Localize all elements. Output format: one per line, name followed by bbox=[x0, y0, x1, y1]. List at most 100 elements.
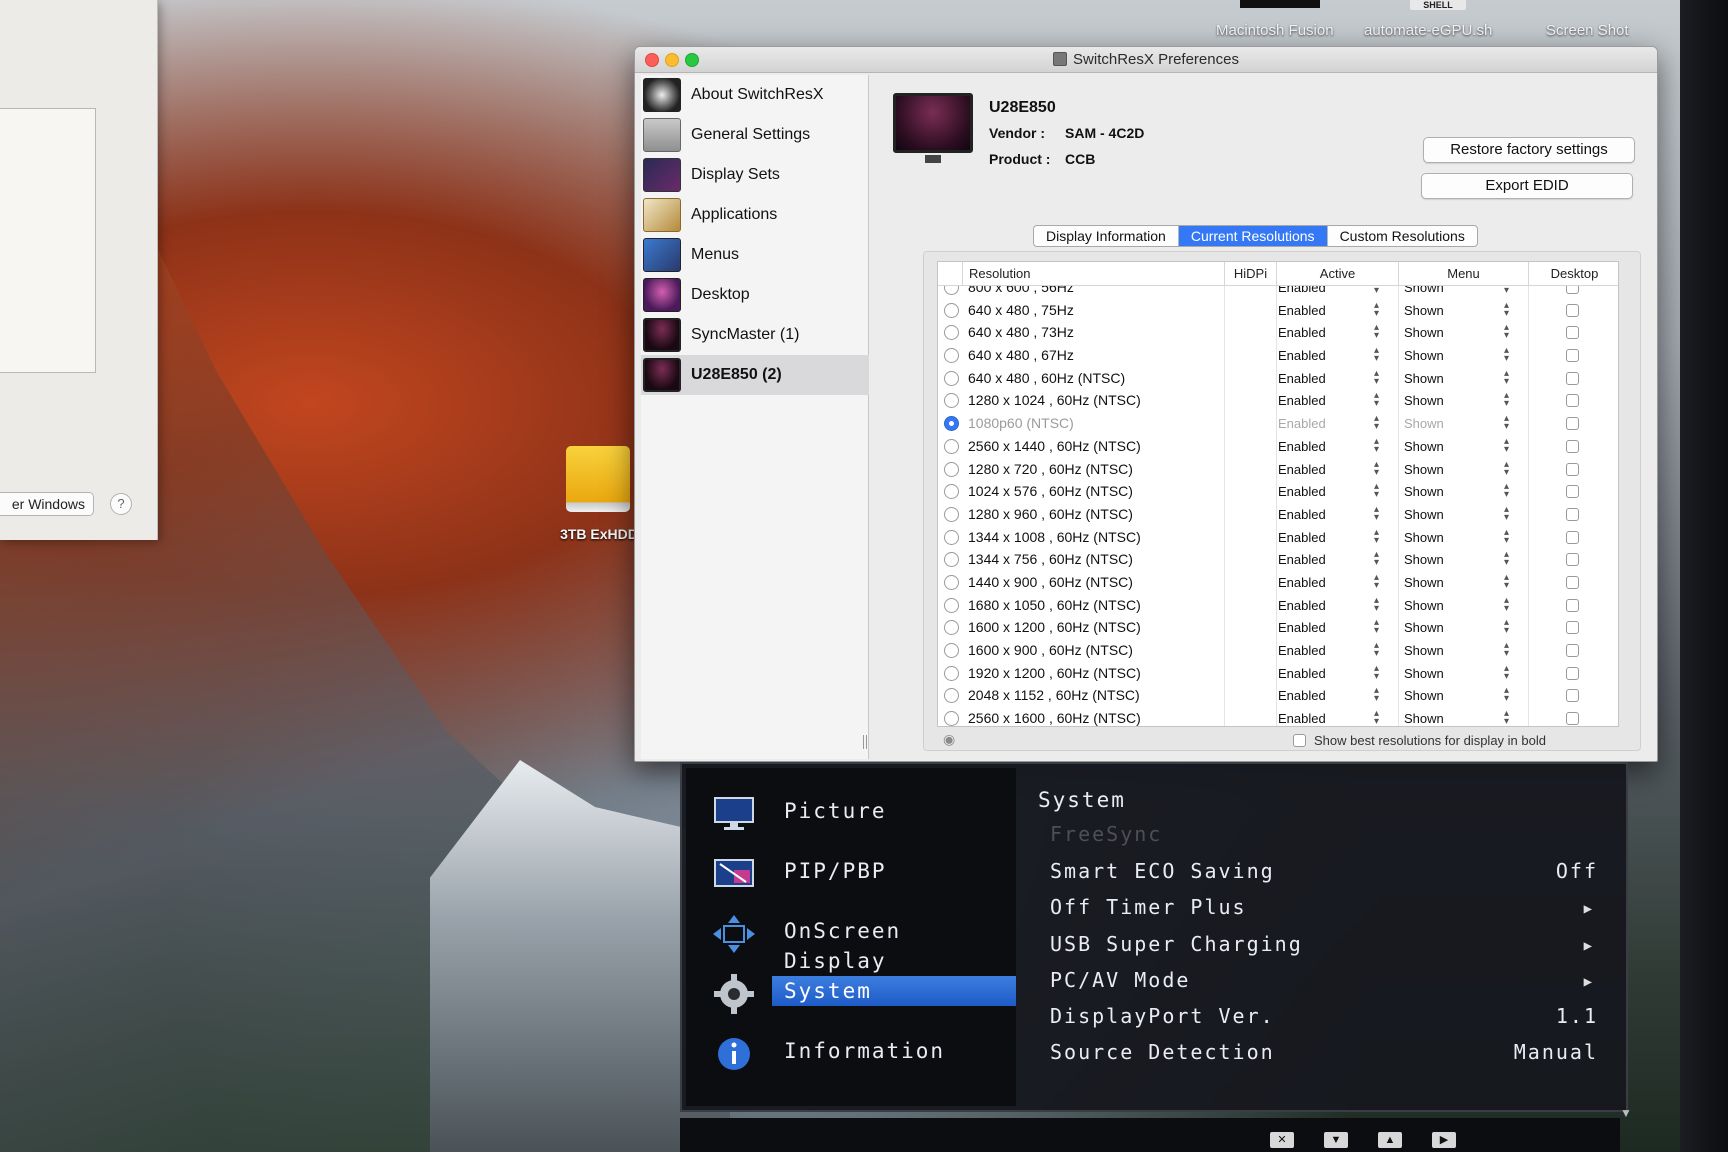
active-popup-chevron-icon[interactable]: ▴▾ bbox=[1374, 346, 1379, 364]
active-popup-chevron-icon[interactable]: ▴▾ bbox=[1374, 436, 1379, 454]
menu-popup-chevron-icon[interactable]: ▴▾ bbox=[1504, 414, 1509, 432]
desktop-label-screen-shot[interactable]: Screen Shot bbox=[1546, 22, 1629, 39]
column-header-hidpi[interactable]: HiDPi bbox=[1224, 262, 1276, 286]
sidebar-item-general-settings[interactable]: General Settings bbox=[641, 115, 869, 155]
resolution-radio[interactable] bbox=[944, 393, 959, 409]
active-popup-chevron-icon[interactable]: ▴▾ bbox=[1374, 300, 1379, 318]
desktop-checkbox[interactable] bbox=[1566, 371, 1579, 385]
active-popup[interactable]: Enabled bbox=[1278, 416, 1326, 431]
resolution-radio[interactable] bbox=[944, 688, 959, 704]
desktop-checkbox[interactable] bbox=[1566, 689, 1579, 703]
monitor-enter-button[interactable]: ▶ bbox=[1432, 1132, 1456, 1148]
table-row[interactable]: 640 x 480 , 60Hz (NTSC) Enabled ▴ ▾ Shown ▴ ▾ bbox=[938, 367, 1618, 390]
desktop-checkbox[interactable] bbox=[1566, 326, 1579, 340]
menu-popup[interactable]: Shown bbox=[1404, 620, 1444, 635]
active-popup-chevron-icon[interactable]: ▴▾ bbox=[1374, 391, 1379, 409]
menu-popup[interactable]: Shown bbox=[1404, 348, 1444, 363]
active-popup-chevron-icon[interactable]: ▴▾ bbox=[1374, 663, 1379, 681]
active-popup[interactable]: Enabled bbox=[1278, 371, 1326, 386]
menu-popup[interactable]: Shown bbox=[1404, 688, 1444, 703]
table-row[interactable]: 1920 x 1200 , 60Hz (NTSC) Enabled ▴ ▾ Shown ▴… bbox=[938, 662, 1618, 685]
menu-popup-chevron-icon[interactable]: ▴▾ bbox=[1504, 459, 1509, 477]
resolution-radio[interactable] bbox=[944, 325, 959, 341]
osd-option-source-detection[interactable]: Source Detection Manual bbox=[1050, 1040, 1610, 1072]
osd-nav-information[interactable]: Information bbox=[686, 1024, 1016, 1084]
osd-nav-onscreen-display[interactable]: OnScreen Display bbox=[686, 904, 1016, 973]
menu-popup[interactable]: Shown bbox=[1404, 530, 1444, 545]
active-popup[interactable]: Enabled bbox=[1278, 303, 1326, 318]
active-popup[interactable]: Enabled bbox=[1278, 348, 1326, 363]
table-row[interactable]: 2048 x 1152 , 60Hz (NTSC) Enabled ▴ ▾ Shown ▴… bbox=[938, 684, 1618, 707]
table-row[interactable]: 1344 x 756 , 60Hz (NTSC) Enabled ▴ ▾ Shown ▴ ▾ bbox=[938, 548, 1618, 571]
table-row[interactable]: 1024 x 576 , 60Hz (NTSC) Enabled ▴ ▾ Shown ▴ ▾ bbox=[938, 480, 1618, 503]
active-popup[interactable]: Enabled bbox=[1278, 462, 1326, 477]
sidebar-item-display-sets[interactable]: Display Sets bbox=[641, 155, 869, 195]
active-popup[interactable]: Enabled bbox=[1278, 507, 1326, 522]
sidebar-item-applications[interactable]: Applications bbox=[641, 195, 869, 235]
table-row[interactable]: 1600 x 1200 , 60Hz (NTSC) Enabled ▴ ▾ Shown ▴… bbox=[938, 616, 1618, 639]
desktop-checkbox[interactable] bbox=[1566, 598, 1579, 612]
tab-current-resolutions[interactable]: Current Resolutions bbox=[1178, 226, 1328, 246]
table-row[interactable]: 1680 x 1050 , 60Hz (NTSC) Enabled ▴ ▾ Shown ▴… bbox=[938, 594, 1618, 617]
menu-popup-chevron-icon[interactable]: ▴▾ bbox=[1504, 709, 1509, 726]
table-row[interactable]: 640 x 480 , 67Hz Enabled ▴ ▾ Shown ▴ ▾ bbox=[938, 344, 1618, 367]
active-popup-chevron-icon[interactable]: ▴▾ bbox=[1374, 595, 1379, 613]
osd-nav-pip-pbp[interactable]: PIP/PBP bbox=[686, 844, 1016, 904]
desktop-checkbox[interactable] bbox=[1566, 303, 1579, 317]
resolution-radio[interactable] bbox=[944, 302, 959, 318]
desktop-checkbox[interactable] bbox=[1566, 553, 1579, 567]
menu-popup-chevron-icon[interactable]: ▴▾ bbox=[1504, 346, 1509, 364]
sidebar-item-desktop[interactable]: Desktop bbox=[641, 275, 869, 315]
desktop-checkbox[interactable] bbox=[1566, 462, 1579, 476]
active-popup[interactable]: Enabled bbox=[1278, 552, 1326, 567]
table-row[interactable]: 2560 x 1600 , 60Hz (NTSC) Enabled ▴ ▾ Shown ▴… bbox=[938, 707, 1618, 726]
column-header-resolution[interactable]: Resolution bbox=[962, 262, 1224, 286]
resolution-radio[interactable] bbox=[944, 529, 959, 545]
bold-resolutions-option[interactable]: Show best resolutions for display in bol… bbox=[1293, 733, 1546, 748]
external-drive-label[interactable]: 3TB ExHDD bbox=[554, 526, 644, 542]
sidebar-resize-handle[interactable] bbox=[863, 735, 867, 749]
active-popup[interactable]: Enabled bbox=[1278, 439, 1326, 454]
active-popup-chevron-icon[interactable]: ▴▾ bbox=[1374, 572, 1379, 590]
desktop-checkbox[interactable] bbox=[1566, 575, 1579, 589]
menu-popup-chevron-icon[interactable]: ▴▾ bbox=[1504, 595, 1509, 613]
menu-popup[interactable]: Shown bbox=[1404, 666, 1444, 681]
osd-nav-picture[interactable]: Picture bbox=[686, 784, 1016, 844]
resolution-radio[interactable] bbox=[944, 348, 959, 364]
monitor-up-button[interactable]: ▲ bbox=[1378, 1132, 1402, 1148]
menu-popup-chevron-icon[interactable]: ▴▾ bbox=[1504, 641, 1509, 659]
menu-popup[interactable]: Shown bbox=[1404, 507, 1444, 522]
desktop-checkbox[interactable] bbox=[1566, 507, 1579, 521]
background-window-button[interactable]: er Windows bbox=[0, 492, 94, 516]
table-row[interactable]: 1280 x 720 , 60Hz (NTSC) Enabled ▴ ▾ Shown ▴ ▾ bbox=[938, 458, 1618, 481]
monitor-close-button[interactable]: ✕ bbox=[1270, 1132, 1294, 1148]
resolution-radio[interactable] bbox=[944, 620, 959, 636]
desktop-checkbox[interactable] bbox=[1566, 621, 1579, 635]
resolution-radio[interactable] bbox=[944, 711, 959, 726]
sidebar-item-about[interactable]: About SwitchResX bbox=[641, 75, 869, 115]
osd-option-usb-super-charging[interactable]: USB Super Charging ▶ bbox=[1050, 932, 1610, 964]
export-edid-button[interactable]: Export EDID bbox=[1421, 173, 1633, 199]
active-popup[interactable]: Enabled bbox=[1278, 484, 1326, 499]
menu-popup-chevron-icon[interactable]: ▴▾ bbox=[1504, 323, 1509, 341]
resolution-radio[interactable] bbox=[944, 416, 959, 432]
menu-popup[interactable]: Shown bbox=[1404, 303, 1444, 318]
desktop-checkbox[interactable] bbox=[1566, 349, 1579, 363]
resolution-radio[interactable] bbox=[944, 370, 959, 386]
tab-display-information[interactable]: Display Information bbox=[1034, 226, 1179, 246]
resolution-radio[interactable] bbox=[944, 484, 959, 500]
resolution-radio[interactable] bbox=[944, 438, 959, 454]
active-popup[interactable]: Enabled bbox=[1278, 393, 1326, 408]
active-popup-chevron-icon[interactable]: ▴▾ bbox=[1374, 550, 1379, 568]
menu-popup-chevron-icon[interactable]: ▴▾ bbox=[1504, 368, 1509, 386]
help-icon[interactable]: ? bbox=[110, 493, 132, 515]
active-popup[interactable]: Enabled bbox=[1278, 620, 1326, 635]
desktop-checkbox[interactable] bbox=[1566, 712, 1579, 726]
osd-option-freesync[interactable]: FreeSync bbox=[1050, 822, 1610, 854]
menu-popup-chevron-icon[interactable]: ▴▾ bbox=[1504, 572, 1509, 590]
menu-popup-chevron-icon[interactable]: ▴▾ bbox=[1504, 482, 1509, 500]
bold-resolutions-checkbox[interactable] bbox=[1293, 734, 1306, 747]
resolution-radio[interactable] bbox=[944, 574, 959, 590]
active-popup[interactable]: Enabled bbox=[1278, 666, 1326, 681]
menu-popup[interactable]: Shown bbox=[1404, 371, 1444, 386]
